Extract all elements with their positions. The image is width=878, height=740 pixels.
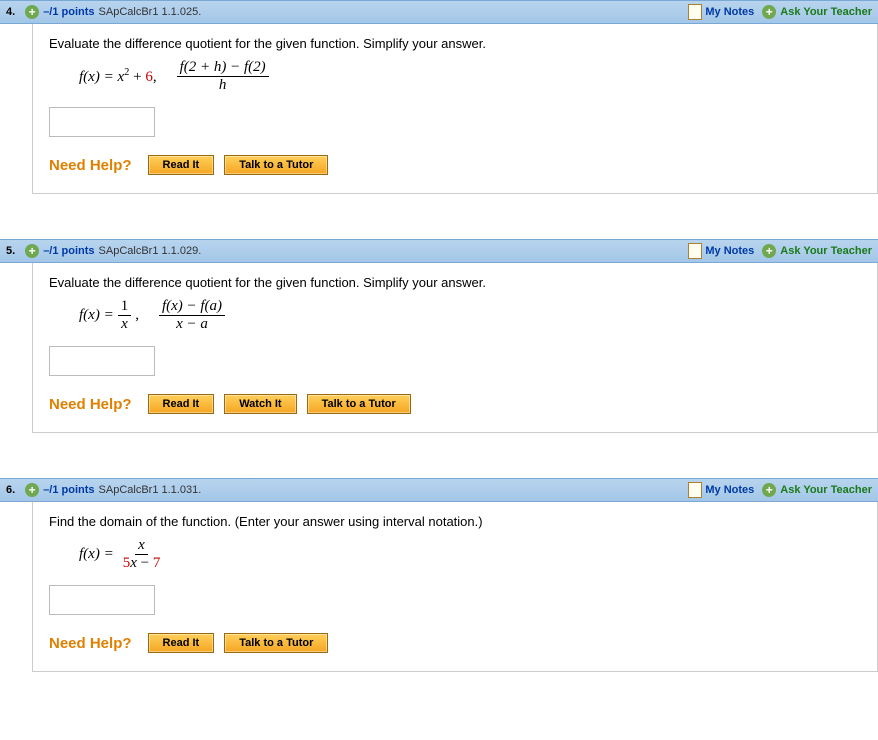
need-help-label: Need Help? [49,635,132,652]
fx-eq: f(x) = [79,546,114,563]
ask-teacher-link[interactable]: Ask Your Teacher [780,484,872,496]
inner-den: x [118,316,131,333]
plus-icon[interactable]: + [762,5,776,19]
points-label[interactable]: –/1 points [43,484,94,496]
comma: , [135,307,139,324]
denominator: x − a [173,316,211,333]
question-4: 4. + –/1 points SApCalcBr1 1.1.025. My N… [0,0,878,194]
inner-num: 1 [118,298,132,316]
answer-input[interactable] [49,346,155,376]
expand-icon[interactable]: + [25,244,39,258]
need-help-row: Need Help? Read It Watch It Talk to a Tu… [49,394,861,414]
watch-it-button[interactable]: Watch It [224,394,296,414]
plus-icon[interactable]: + [762,244,776,258]
read-it-button[interactable]: Read It [148,394,215,414]
question-number: 4. [6,6,15,18]
points-label[interactable]: –/1 points [43,245,94,257]
need-help-row: Need Help? Read It Talk to a Tutor [49,633,861,653]
den-const: 7 [153,555,161,571]
ask-teacher-link[interactable]: Ask Your Teacher [780,6,872,18]
question-6: 6. + –/1 points SApCalcBr1 1.1.031. My N… [0,478,878,672]
question-body: Evaluate the difference quotient for the… [32,263,878,433]
notes-icon[interactable] [688,4,702,20]
denominator: 5x − 7 [120,555,164,572]
talk-tutor-button[interactable]: Talk to a Tutor [224,633,328,653]
math-expression: f(x) = x 5x − 7 [79,537,861,571]
numerator: f(2 + h) − f(2) [177,59,269,77]
need-help-label: Need Help? [49,157,132,174]
question-prompt: Evaluate the difference quotient for the… [49,36,861,51]
domain-fraction: x 5x − 7 [120,537,164,571]
expand-icon[interactable]: + [25,483,39,497]
question-header: 6. + –/1 points SApCalcBr1 1.1.031. My N… [0,478,878,502]
my-notes-link[interactable]: My Notes [705,245,754,257]
talk-tutor-button[interactable]: Talk to a Tutor [307,394,411,414]
points-label[interactable]: –/1 points [43,6,94,18]
ask-teacher-link[interactable]: Ask Your Teacher [780,245,872,257]
answer-input[interactable] [49,107,155,137]
question-prompt: Find the domain of the function. (Enter … [49,514,861,529]
read-it-button[interactable]: Read It [148,155,215,175]
question-number: 6. [6,484,15,496]
math-expression: f(x) = 1 x , f(x) − f(a) x − a [79,298,861,332]
plus: + [129,69,145,85]
question-body: Find the domain of the function. (Enter … [32,502,878,672]
question-number: 5. [6,245,15,257]
my-notes-link[interactable]: My Notes [705,484,754,496]
one-over-x: 1 x [118,298,132,332]
numerator: x [135,537,148,555]
question-5: 5. + –/1 points SApCalcBr1 1.1.029. My N… [0,239,878,433]
my-notes-link[interactable]: My Notes [705,6,754,18]
den-minus: − [137,555,153,571]
answer-input[interactable] [49,585,155,615]
difference-quotient: f(2 + h) − f(2) h [177,59,269,93]
question-header: 4. + –/1 points SApCalcBr1 1.1.025. My N… [0,0,878,24]
math-expression: f(x) = x2 + 6, f(2 + h) − f(2) h [79,59,861,93]
source-label: SApCalcBr1 1.1.029. [99,245,202,257]
read-it-button[interactable]: Read It [148,633,215,653]
notes-icon[interactable] [688,482,702,498]
fx-eq: f(x) = [79,307,114,324]
fx-eq: f(x) = x [79,69,124,85]
notes-icon[interactable] [688,243,702,259]
comma: , [153,69,157,85]
talk-tutor-button[interactable]: Talk to a Tutor [224,155,328,175]
den-var: x [130,555,137,571]
constant: 6 [145,69,153,85]
question-prompt: Evaluate the difference quotient for the… [49,275,861,290]
need-help-label: Need Help? [49,396,132,413]
denominator: h [216,77,230,94]
need-help-row: Need Help? Read It Talk to a Tutor [49,155,861,175]
source-label: SApCalcBr1 1.1.031. [99,484,202,496]
source-label: SApCalcBr1 1.1.025. [99,6,202,18]
question-header: 5. + –/1 points SApCalcBr1 1.1.029. My N… [0,239,878,263]
question-body: Evaluate the difference quotient for the… [32,24,878,194]
difference-quotient: f(x) − f(a) x − a [159,298,225,332]
plus-icon[interactable]: + [762,483,776,497]
numerator: f(x) − f(a) [159,298,225,316]
expand-icon[interactable]: + [25,5,39,19]
